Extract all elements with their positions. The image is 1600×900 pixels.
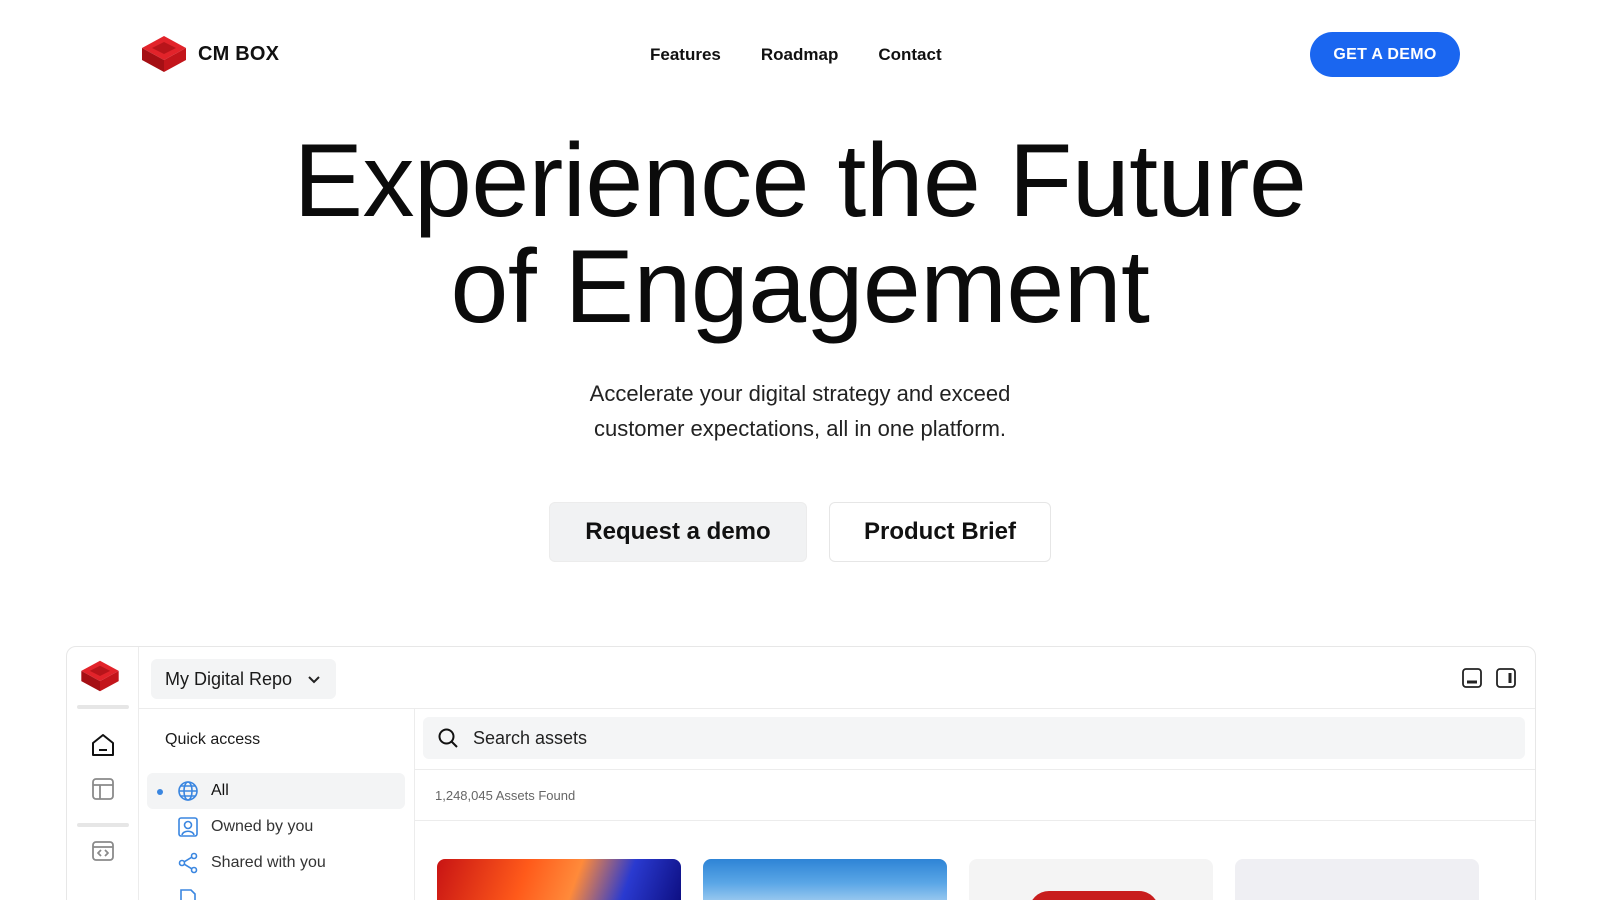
- asset-card[interactable]: [969, 859, 1213, 900]
- brand-name: CM BOX: [198, 42, 280, 65]
- layout-icon[interactable]: [89, 775, 117, 803]
- hero-title-line1: Experience the Future: [293, 123, 1307, 239]
- sidebar-item-label: All: [211, 782, 229, 799]
- sidebar-item-favorites[interactable]: [147, 881, 405, 900]
- sidebar-item-owned[interactable]: Owned by you: [147, 809, 405, 845]
- app-rail: [67, 647, 139, 900]
- repo-select-label: My Digital Repo: [165, 668, 293, 689]
- hero-subtitle-line2: customer expectations, all in one platfo…: [593, 416, 1007, 441]
- hero-buttons: Request a demo Product Brief: [0, 502, 1600, 562]
- product-brief-button[interactable]: Product Brief: [829, 502, 1051, 562]
- hero-subtitle: Accelerate your digital strategy and exc…: [0, 376, 1600, 446]
- asset-count: 1,248,045 Assets Found: [435, 788, 576, 803]
- results-bar: 1,248,045 Assets Found: [415, 769, 1535, 821]
- asset-card[interactable]: [437, 859, 681, 900]
- search-icon: [438, 728, 458, 748]
- repo-select[interactable]: My Digital Repo: [151, 659, 337, 699]
- hero-title: Experience the Future of Engagement: [0, 128, 1600, 340]
- panel-right-icon[interactable]: [1495, 667, 1517, 689]
- active-indicator: [157, 789, 163, 795]
- rail-divider: [77, 705, 129, 709]
- quick-access-sidebar: Quick access All Owned by you Shared wit…: [139, 709, 415, 900]
- nav-links: Features Roadmap Contact: [650, 45, 942, 65]
- sidebar-item-label: Shared with you: [211, 854, 326, 871]
- file-icon: [177, 888, 199, 900]
- user-square-icon: [177, 816, 199, 838]
- hero-title-line2: of Engagement: [450, 229, 1150, 345]
- red-cube-logo-icon: [81, 660, 119, 692]
- red-cube-logo-icon: [142, 36, 186, 72]
- asset-main: 1,248,045 Assets Found: [415, 709, 1535, 900]
- app-topbar: My Digital Repo: [139, 647, 1535, 709]
- app-logo[interactable]: [79, 659, 121, 698]
- sidebar-item-label: Owned by you: [211, 818, 314, 835]
- home-icon[interactable]: [89, 731, 117, 759]
- asset-grid: [437, 859, 1479, 900]
- sidebar-item-all[interactable]: All: [147, 773, 405, 809]
- search-input[interactable]: [473, 727, 1273, 749]
- asset-card[interactable]: [703, 859, 947, 900]
- asset-card[interactable]: [1235, 859, 1479, 900]
- hero-subtitle-line1: Accelerate your digital strategy and exc…: [589, 381, 1011, 406]
- sidebar-item-shared[interactable]: Shared with you: [147, 845, 405, 881]
- asset-thumbnail-shape: [1029, 891, 1159, 900]
- view-toggles: [1461, 667, 1517, 689]
- quick-access-list: All Owned by you Shared with you: [147, 773, 405, 900]
- quick-access-heading: Quick access: [165, 731, 261, 748]
- share-icon: [177, 852, 199, 874]
- search-bar[interactable]: [423, 717, 1525, 759]
- app-preview: My Digital Repo Quick access All Owned b…: [66, 646, 1536, 900]
- nav-link-features[interactable]: Features: [650, 45, 721, 65]
- nav-link-contact[interactable]: Contact: [878, 45, 941, 65]
- get-a-demo-button[interactable]: GET A DEMO: [1310, 32, 1460, 77]
- panel-bottom-icon[interactable]: [1461, 667, 1483, 689]
- rail-divider: [77, 823, 129, 827]
- top-nav: CM BOX Features Roadmap Contact GET A DE…: [0, 0, 1600, 110]
- nav-link-roadmap[interactable]: Roadmap: [761, 45, 838, 65]
- globe-icon: [177, 780, 199, 802]
- request-demo-button[interactable]: Request a demo: [549, 502, 807, 562]
- embed-icon[interactable]: [89, 837, 117, 865]
- brand-logo[interactable]: CM BOX: [140, 34, 279, 74]
- chevron-down-icon: [308, 676, 320, 684]
